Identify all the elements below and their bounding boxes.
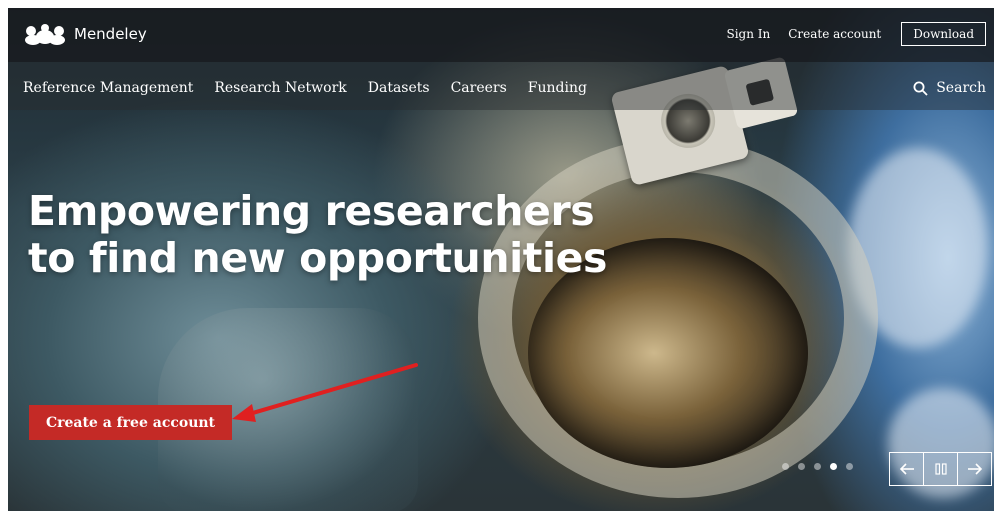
previous-slide-button[interactable] <box>889 452 924 486</box>
carousel-controls <box>889 452 992 486</box>
carousel-dot-active[interactable] <box>830 463 837 470</box>
carousel-dot[interactable] <box>846 463 853 470</box>
account-links: Sign In Create account Download <box>708 22 986 46</box>
main-nav: Reference Management Research Network Da… <box>8 62 994 110</box>
create-account-link[interactable]: Create account <box>788 27 881 41</box>
nav-items: Reference Management Research Network Da… <box>23 80 608 96</box>
carousel-dot[interactable] <box>814 463 821 470</box>
hero-headline-line-1: Empowering researchers <box>28 187 595 235</box>
next-slide-button[interactable] <box>957 452 992 486</box>
page: Mendeley Sign In Create account Download… <box>8 8 994 511</box>
download-button[interactable]: Download <box>901 22 986 46</box>
mendeley-logo-icon <box>25 24 65 45</box>
search-button[interactable]: Search <box>913 80 986 96</box>
carousel-dot[interactable] <box>798 463 805 470</box>
hero-headline-line-2: to find new opportunities <box>28 234 608 282</box>
pause-icon <box>934 463 947 475</box>
carousel-dots <box>782 463 862 470</box>
sign-in-link[interactable]: Sign In <box>726 27 770 41</box>
nav-item-careers[interactable]: Careers <box>451 80 507 96</box>
search-label: Search <box>936 80 986 96</box>
nav-item-reference-management[interactable]: Reference Management <box>23 80 193 96</box>
carousel-dot[interactable] <box>782 463 789 470</box>
search-icon <box>913 81 928 96</box>
nav-item-funding[interactable]: Funding <box>528 80 587 96</box>
arrow-right-icon <box>967 463 982 475</box>
brand-logo[interactable]: Mendeley <box>24 22 147 46</box>
nav-item-datasets[interactable]: Datasets <box>368 80 430 96</box>
brand-name: Mendeley <box>74 25 147 43</box>
top-bar: Mendeley Sign In Create account Download <box>8 8 994 62</box>
hero-headline: Empowering researchers to find new oppor… <box>28 188 607 282</box>
nav-item-research-network[interactable]: Research Network <box>214 80 346 96</box>
create-free-account-button[interactable]: Create a free account <box>29 405 232 440</box>
arrow-left-icon <box>899 463 914 475</box>
pause-button[interactable] <box>923 452 958 486</box>
